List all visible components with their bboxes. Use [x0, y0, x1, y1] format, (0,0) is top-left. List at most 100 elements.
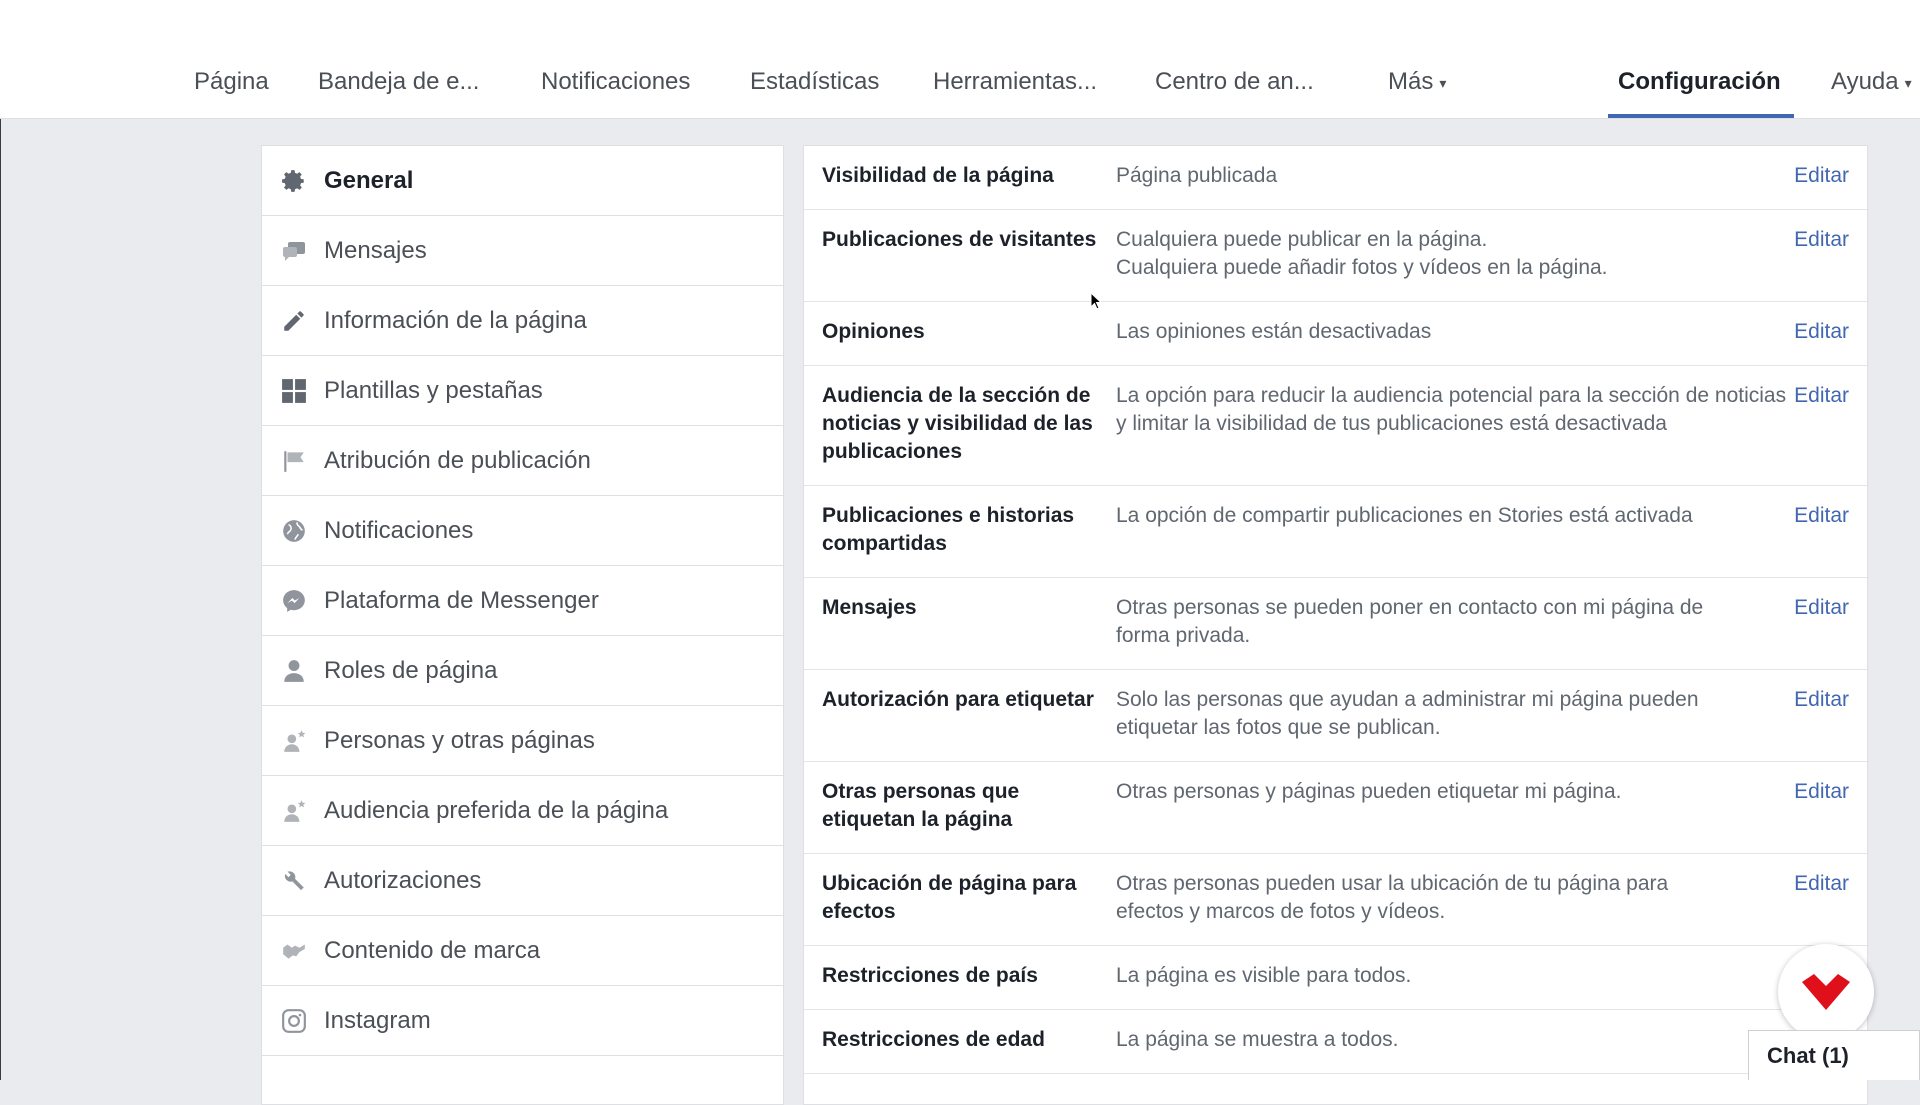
edit-link[interactable]: Editar	[1794, 162, 1849, 190]
settings-panel: Visibilidad de la página Página publicad…	[803, 145, 1868, 1105]
setting-name: Restricciones de edad	[822, 1028, 1045, 1051]
setting-value: La opción para reducir la audiencia pote…	[1116, 384, 1787, 435]
person-icon	[280, 657, 308, 685]
left-edge-divider	[0, 48, 1, 1080]
settings-row: Ubicación de página para efectos Otras p…	[804, 854, 1867, 946]
nav-tab-configuracion[interactable]: Configuración	[1618, 48, 1781, 119]
messenger-icon	[280, 587, 308, 615]
nav-tab-ayuda[interactable]: Ayuda ▾	[1831, 48, 1912, 119]
settings-row: Visibilidad de la página Página publicad…	[804, 146, 1867, 210]
nav-tab-estadisticas[interactable]: Estadísticas	[750, 48, 879, 119]
active-tab-indicator	[1608, 114, 1794, 118]
settings-row: Autorización para etiquetar Solo las per…	[804, 670, 1867, 762]
edit-link[interactable]: Editar	[1794, 382, 1849, 410]
setting-name: Opiniones	[822, 320, 925, 343]
brand-logo-badge[interactable]	[1778, 944, 1874, 1040]
handshake-icon	[280, 937, 308, 965]
nav-tab-mas[interactable]: Más ▾	[1388, 48, 1446, 119]
edit-link[interactable]: Editar	[1794, 686, 1849, 714]
sidebar-item-atribucion[interactable]: Atribución de publicación	[262, 426, 783, 496]
setting-value: La página se muestra a todos.	[1116, 1028, 1399, 1051]
sidebar-item-mensajes[interactable]: Mensajes	[262, 216, 783, 286]
sidebar-item-personas[interactable]: Personas y otras páginas	[262, 706, 783, 776]
sidebar-item-label: Información de la página	[324, 306, 587, 334]
setting-value: La opción de compartir publicaciones en …	[1116, 504, 1693, 527]
globe-icon	[280, 517, 308, 545]
sidebar-item-contenido-marca[interactable]: Contenido de marca	[262, 916, 783, 986]
sidebar-item-roles[interactable]: Roles de página	[262, 636, 783, 706]
setting-value: Cualquiera puede publicar en la página. …	[1116, 228, 1608, 279]
nav-tab-inbox[interactable]: Bandeja de e...	[318, 48, 479, 119]
settings-row: Audiencia de la sección de noticias y vi…	[804, 366, 1867, 486]
sidebar-item-audiencia[interactable]: Audiencia preferida de la página	[262, 776, 783, 846]
sidebar-item-label: Notificaciones	[324, 516, 474, 544]
edit-link[interactable]: Editar	[1794, 594, 1849, 622]
edit-link[interactable]: Editar	[1794, 870, 1849, 898]
settings-row: Opiniones Las opiniones están desactivad…	[804, 302, 1867, 366]
sidebar-item-label: Mensajes	[324, 236, 427, 264]
setting-value: La página es visible para todos.	[1116, 964, 1412, 987]
edit-link[interactable]: Editar	[1794, 502, 1849, 530]
settings-row: Restricciones de edad La página se muest…	[804, 1010, 1867, 1074]
sidebar-item-plantillas[interactable]: Plantillas y pestañas	[262, 356, 783, 426]
nav-tab-mas-label: Más	[1388, 68, 1434, 95]
sidebar-item-label: General	[324, 166, 414, 194]
wrench-icon	[280, 867, 308, 895]
flag-icon	[280, 447, 308, 475]
setting-name: Otras personas que etiquetan la página	[822, 780, 1020, 831]
sidebar-item-label: Autorizaciones	[324, 866, 482, 894]
setting-name: Publicaciones e historias compartidas	[822, 504, 1075, 555]
person-star-icon	[280, 727, 308, 755]
page-nav-bar: Página Bandeja de e... Notificaciones Es…	[0, 48, 1920, 119]
sidebar-item-label: Atribución de publicación	[324, 446, 591, 474]
sidebar-item-instagram[interactable]: Instagram	[262, 986, 783, 1056]
settings-row: Publicaciones de visitantes Cualquiera p…	[804, 210, 1867, 302]
sidebar-item-label: Contenido de marca	[324, 936, 541, 964]
pencil-icon	[280, 307, 308, 335]
edit-link[interactable]: Editar	[1794, 226, 1849, 254]
sidebar-item-label: Plataforma de Messenger	[324, 586, 599, 614]
settings-row: Publicaciones e historias compartidas La…	[804, 486, 1867, 578]
setting-name: Mensajes	[822, 596, 917, 619]
setting-name: Ubicación de página para efectos	[822, 872, 1077, 923]
sidebar-item-general[interactable]: General	[262, 146, 783, 216]
settings-row: Restricciones de país La página es visib…	[804, 946, 1867, 1010]
sidebar-item-label: Instagram	[324, 1006, 431, 1034]
brand-logo-icon	[1802, 974, 1850, 1010]
message-icon	[280, 237, 308, 265]
setting-name: Autorización para etiquetar	[822, 688, 1094, 711]
nav-tab-ayuda-label: Ayuda	[1831, 68, 1899, 95]
nav-tab-pagina[interactable]: Página	[194, 48, 269, 119]
chat-tab[interactable]: Chat (1)	[1748, 1030, 1920, 1080]
setting-value: Otras personas se pueden poner en contac…	[1116, 596, 1704, 647]
gear-icon	[280, 167, 308, 195]
edit-link[interactable]: Editar	[1794, 318, 1849, 346]
sidebar-item-label: Roles de página	[324, 656, 498, 684]
nav-tab-notificaciones[interactable]: Notificaciones	[541, 48, 690, 119]
edit-link[interactable]: Editar	[1794, 778, 1849, 806]
grid-icon	[280, 377, 308, 405]
setting-value: Página publicada	[1116, 164, 1278, 187]
caret-down-icon: ▾	[1439, 74, 1447, 91]
setting-value: Las opiniones están desactivadas	[1116, 320, 1432, 343]
setting-name: Publicaciones de visitantes	[822, 228, 1097, 251]
sidebar-item-notificaciones[interactable]: Notificaciones	[262, 496, 783, 566]
nav-tab-centro-anuncios[interactable]: Centro de an...	[1155, 48, 1314, 119]
setting-name: Restricciones de país	[822, 964, 1038, 987]
sidebar-item-label: Plantillas y pestañas	[324, 376, 543, 404]
setting-name: Visibilidad de la página	[822, 164, 1054, 187]
sidebar-item-informacion[interactable]: Información de la página	[262, 286, 783, 356]
sidebar-item-label: Audiencia preferida de la página	[324, 796, 669, 824]
person-star-icon	[280, 797, 308, 825]
caret-down-icon: ▾	[1904, 74, 1912, 91]
setting-name: Audiencia de la sección de noticias y vi…	[822, 384, 1093, 463]
sidebar-item-messenger[interactable]: Plataforma de Messenger	[262, 566, 783, 636]
setting-value: Otras personas y páginas pueden etiqueta…	[1116, 780, 1622, 803]
top-blank-bar	[0, 0, 1920, 48]
sidebar-item-label: Personas y otras páginas	[324, 726, 595, 754]
settings-row: Mensajes Otras personas se pueden poner …	[804, 578, 1867, 670]
nav-tab-herramientas[interactable]: Herramientas...	[933, 48, 1097, 119]
setting-value: Otras personas pueden usar la ubicación …	[1116, 872, 1669, 923]
sidebar-item-autorizaciones[interactable]: Autorizaciones	[262, 846, 783, 916]
instagram-icon	[280, 1007, 308, 1035]
